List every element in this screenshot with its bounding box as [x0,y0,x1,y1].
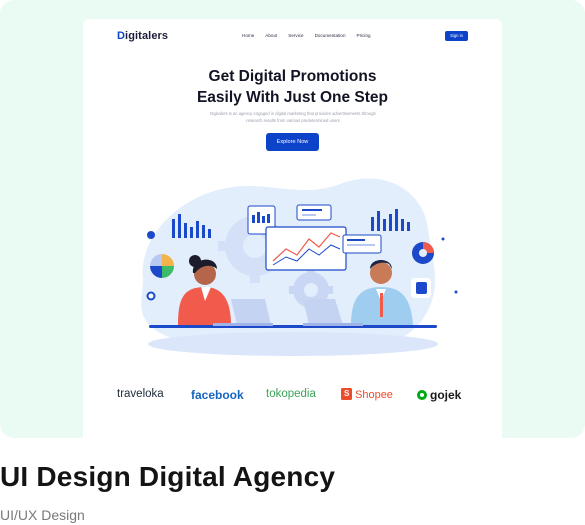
project-thumbnail[interactable]: Digitalers Home About Service Documentat… [0,0,585,438]
copy-icon [411,278,431,298]
logo-shopee: Shopee [341,388,393,401]
gojek-label: gojek [430,388,462,402]
decor-dot [146,291,156,301]
mockup-hero-title: Get Digital Promotions Easily With Just … [83,66,502,108]
mockup-hero-subtitle: Digitalers is an agency engaged in digit… [210,111,376,123]
hero-title-line-2: Easily With Just One Step [196,89,389,106]
nav-link-pricing: Pricing [356,33,371,38]
logo-accent-letter: D [117,30,126,42]
client-logos: traveloka facebook tokopedia Shopee goje… [83,383,502,413]
mockup-nav-links: Home About Service Documentation Pricing [242,33,382,38]
message-card [296,204,332,221]
floor-dots [148,332,438,356]
logo-tokopedia: tokopedia [266,388,316,400]
project-category: UI/UX Design [0,507,85,523]
mockup-logo: Digitalers [117,30,168,42]
pie-chart-icon-left [150,254,174,278]
website-mockup: Digitalers Home About Service Documentat… [83,19,502,438]
nav-link-documentation: Documentation [314,33,346,38]
shopee-label: Shopee [355,389,393,401]
logo-gojek: gojek [417,388,461,402]
hero-title-line-1: Get Digital Promotions [208,68,377,85]
nav-link-about: About [265,33,278,38]
nav-link-service: Service [288,33,304,38]
nav-link-home: Home [242,33,255,38]
decor-dot [441,237,445,241]
project-title[interactable]: UI Design Digital Agency [0,461,335,493]
pie-chart-icon-right [412,242,434,264]
logo-facebook: facebook [191,388,244,402]
mockup-signin-button: Sign in [445,31,468,41]
logo-traveloka: traveloka [117,388,164,400]
mockup-navbar: Digitalers Home About Service Documentat… [83,19,502,53]
gojek-ring-icon [417,390,427,400]
shopee-bag-icon [341,388,352,400]
hero-illustration [141,178,458,356]
decor-dot [147,231,155,239]
mockup-explore-button: Explore Now [266,133,319,151]
decor-dot [454,290,458,294]
list-card [342,234,382,254]
logo-text: igitalers [125,30,169,42]
line-chart-icon [265,226,347,271]
desk [149,325,437,328]
